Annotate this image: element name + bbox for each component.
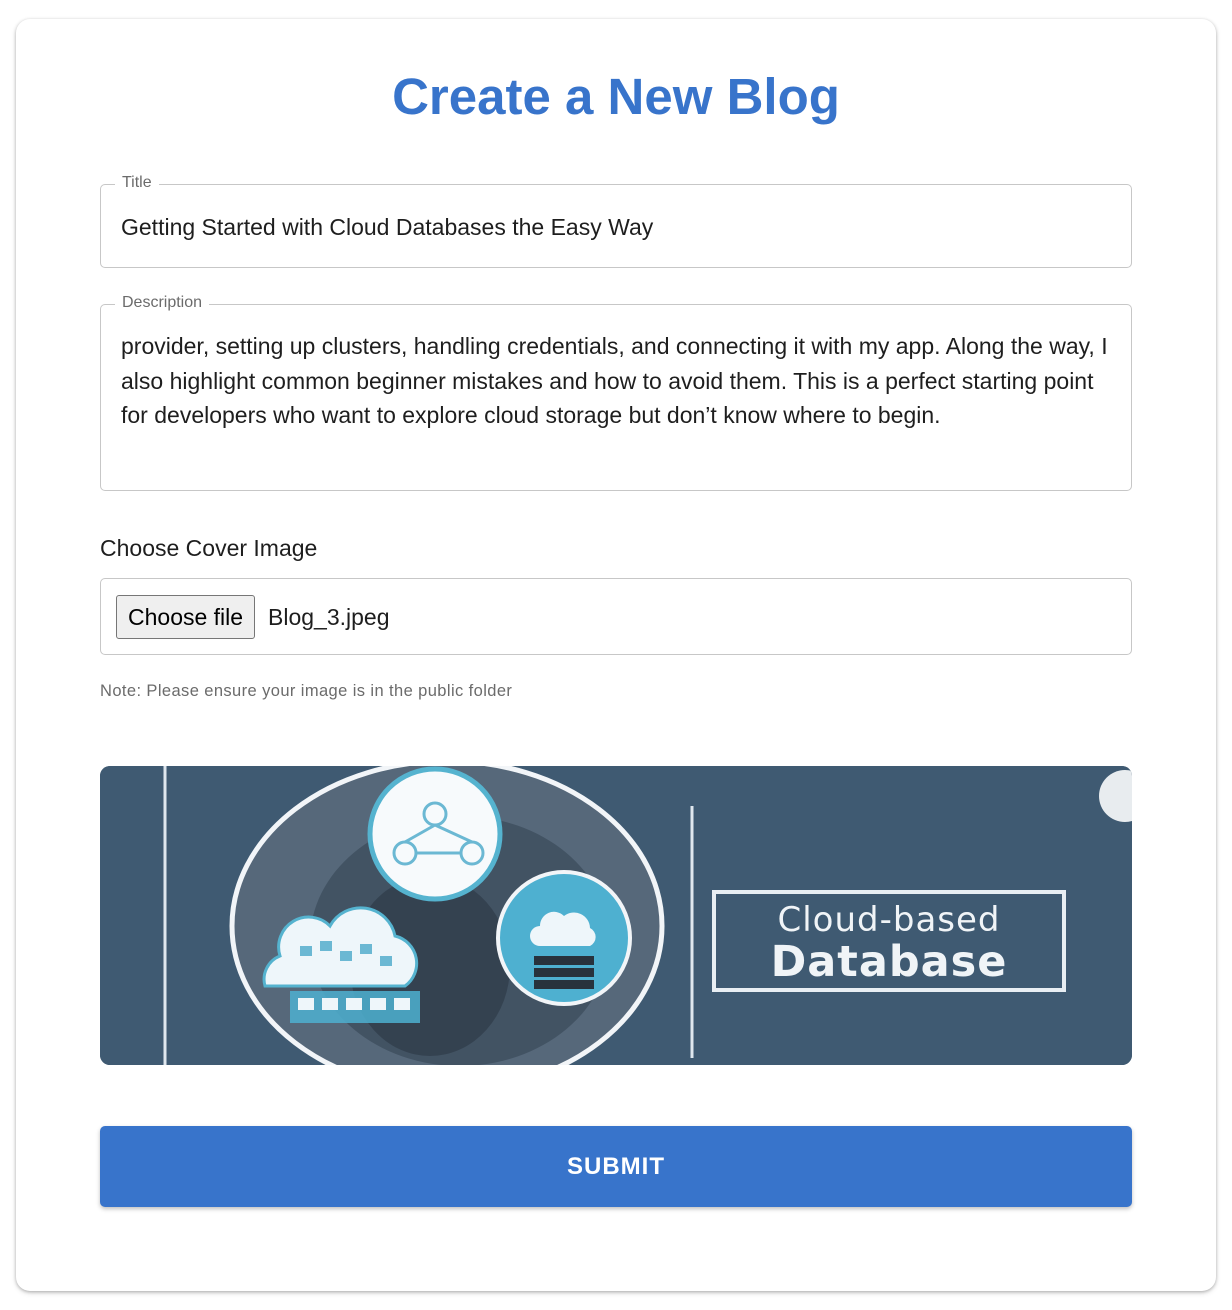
preview-banner-line1: Cloud-based — [777, 900, 1001, 940]
image-folder-note: Note: Please ensure your image is in the… — [100, 682, 513, 700]
cover-image-label: Choose Cover Image — [100, 535, 318, 561]
description-field[interactable]: Description provider, setting up cluster… — [100, 293, 1132, 491]
preview-banner-line2: Database — [770, 937, 1008, 987]
create-blog-card: Create a New Blog Title Getting Started … — [16, 19, 1216, 1291]
submit-button[interactable]: SUBMIT — [100, 1126, 1132, 1207]
file-input-field[interactable]: Choose file Blog_3.jpeg — [100, 578, 1132, 655]
selected-file-name: Blog_3.jpeg — [268, 604, 390, 630]
page-title: Create a New Blog — [392, 68, 840, 125]
title-label: Title — [115, 173, 159, 193]
description-label: Description — [115, 293, 210, 313]
choose-file-button[interactable]: Choose file — [116, 595, 256, 639]
title-field[interactable]: Title Getting Started with Cloud Databas… — [100, 173, 1132, 268]
cover-image-preview: Cloud-based Database — [100, 766, 1132, 1065]
description-textarea-value[interactable]: provider, setting up clusters, handling … — [121, 329, 1111, 433]
title-input-value[interactable]: Getting Started with Cloud Databases the… — [121, 213, 653, 241]
preview-banner-text: Cloud-based Database — [712, 890, 1066, 992]
